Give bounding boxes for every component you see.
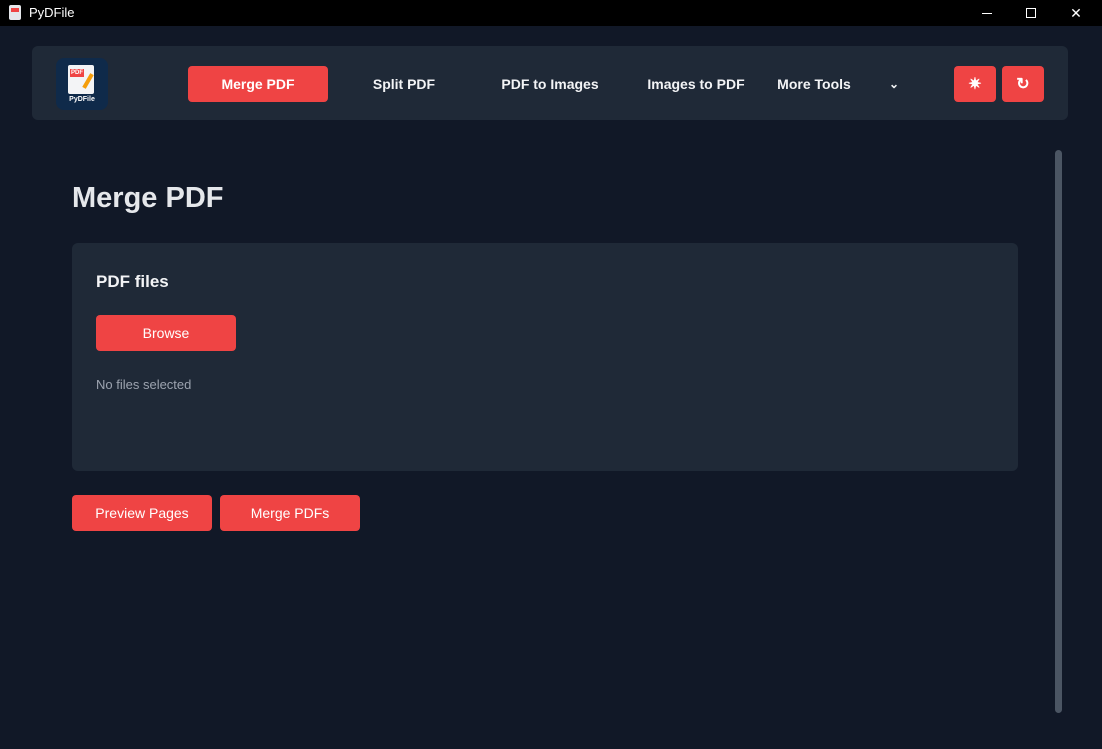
- tab-split-pdf[interactable]: Split PDF: [334, 66, 474, 102]
- vertical-scrollbar[interactable]: [1055, 150, 1062, 713]
- files-status-text: No files selected: [96, 377, 192, 392]
- tab-images-to-pdf[interactable]: Images to PDF: [626, 66, 766, 102]
- close-icon: ✕: [1070, 4, 1082, 21]
- sun-icon: ✷: [968, 76, 982, 93]
- app-icon: [9, 5, 21, 20]
- refresh-icon: ↻: [1016, 76, 1030, 93]
- pdf-files-card: PDF files Browse No files selected: [72, 243, 1018, 471]
- close-button[interactable]: ✕: [1053, 0, 1099, 26]
- merge-pdfs-button[interactable]: Merge PDFs: [220, 495, 360, 531]
- chevron-down-icon[interactable]: ⌄: [882, 66, 906, 102]
- page-title: Merge PDF: [72, 182, 224, 214]
- browse-button[interactable]: Browse: [96, 315, 236, 351]
- minimize-button[interactable]: [964, 0, 1010, 26]
- theme-toggle-button[interactable]: ✷: [954, 66, 996, 102]
- title-bar: PyDFile ✕: [0, 0, 1102, 26]
- window-title: PyDFile: [29, 5, 75, 20]
- maximize-button[interactable]: [1008, 0, 1054, 26]
- logo-badge: PDF: [70, 69, 84, 77]
- app-logo: PDF PyDFile: [56, 58, 108, 110]
- refresh-button[interactable]: ↻: [1002, 66, 1044, 102]
- tab-pdf-to-images[interactable]: PDF to Images: [480, 66, 620, 102]
- preview-pages-button[interactable]: Preview Pages: [72, 495, 212, 531]
- logo-label: PyDFile: [69, 96, 95, 103]
- top-navbar: PDF PyDFile Merge PDF Split PDF PDF to I…: [32, 46, 1068, 120]
- tab-merge-pdf[interactable]: Merge PDF: [188, 66, 328, 102]
- minimize-icon: [982, 12, 992, 14]
- pdf-files-label: PDF files: [96, 272, 169, 291]
- maximize-icon: [1026, 8, 1036, 18]
- tab-more-tools[interactable]: More Tools: [772, 66, 856, 102]
